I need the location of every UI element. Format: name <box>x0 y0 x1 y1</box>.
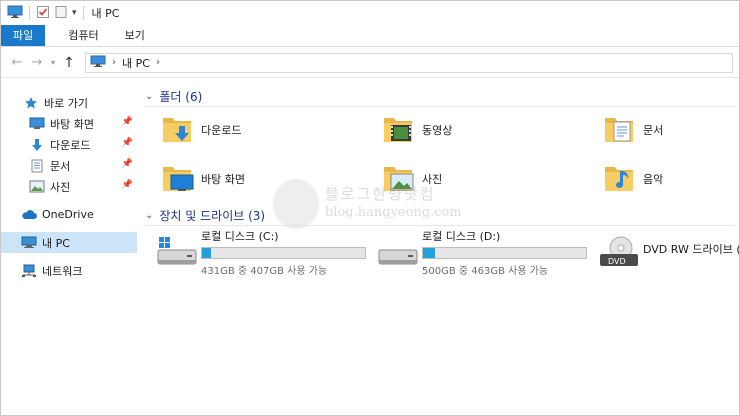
drive-name: 로컬 디스크 (D:) <box>422 230 501 243</box>
pin-icon[interactable]: 📌 <box>122 180 133 190</box>
nav-item-label: 사진 <box>50 180 71 194</box>
group-divider <box>145 106 735 107</box>
nav-item-desktop[interactable]: 바탕 화면 📌 <box>1 113 137 134</box>
star-icon <box>23 96 39 110</box>
folder-downloads[interactable]: 다운로드 <box>161 112 371 148</box>
ribbon-tabs: 파일 컴퓨터 보기 <box>1 25 739 47</box>
content-pane: ⌄ 폴더 (6) 다운로드 동영상 문서 바탕 화면 사진 음악 ⌄ 장치 및 … <box>141 79 739 415</box>
folder-documents[interactable]: 문서 <box>603 112 739 148</box>
dvd-drive-icon: DVD <box>599 236 641 272</box>
toolbar-divider <box>29 6 30 20</box>
documents-folder-icon <box>603 114 637 146</box>
drive-d[interactable]: 로컬 디스크 (D:) 500GB 중 463GB 사용 가능 <box>378 230 598 277</box>
folder-label: 문서 <box>643 124 664 137</box>
nav-onedrive[interactable]: OneDrive <box>1 204 137 225</box>
drives-group-header[interactable]: ⌄ 장치 및 드라이브 (3) <box>145 205 735 226</box>
back-arrow-icon[interactable]: ← <box>7 55 27 70</box>
tab-computer[interactable]: 컴퓨터 <box>55 25 111 46</box>
drive-usage-bar <box>422 247 587 259</box>
folder-label: 동영상 <box>422 124 453 137</box>
folder-videos[interactable]: 동영상 <box>382 112 592 148</box>
window-title: 내 PC <box>91 7 120 20</box>
up-arrow-icon[interactable]: ↑ <box>59 55 79 71</box>
downloads-folder-icon <box>161 114 195 146</box>
hard-drive-icon <box>378 236 420 272</box>
pin-icon[interactable]: 📌 <box>122 138 133 148</box>
breadcrumb-chevron-icon[interactable]: › <box>156 57 160 68</box>
breadcrumb-this-pc[interactable]: 내 PC <box>122 55 150 71</box>
desktop-folder-icon <box>161 163 195 195</box>
document-icon <box>29 159 45 173</box>
drive-c[interactable]: 로컬 디스크 (C:) 431GB 중 407GB 사용 가능 <box>157 230 377 277</box>
drive-free-space: 431GB 중 407GB 사용 가능 <box>201 266 328 277</box>
folder-label: 다운로드 <box>201 124 242 137</box>
drive-usage-bar <box>201 247 366 259</box>
nav-item-pictures[interactable]: 사진 📌 <box>1 176 137 197</box>
drive-info: DVD RW 드라이브 ( <box>643 230 739 256</box>
nav-quick-access-label: 바로 가기 <box>44 96 88 110</box>
computer-icon <box>21 236 37 250</box>
nav-network-label: 네트워크 <box>42 264 83 278</box>
drive-dvd[interactable]: DVD DVD RW 드라이브 ( <box>599 230 739 274</box>
nav-onedrive-label: OneDrive <box>42 208 94 221</box>
title-bar: ▾ 내 PC <box>1 1 739 25</box>
music-folder-icon <box>603 163 637 195</box>
properties-icon[interactable] <box>36 5 50 22</box>
nav-quick-access[interactable]: 바로 가기 <box>1 92 137 113</box>
folder-label: 사진 <box>422 173 443 186</box>
explorer-window: ▾ 내 PC 파일 컴퓨터 보기 ← → ▾ ↑ › 내 PC › 바로 가기 <box>0 0 740 416</box>
drive-usage-fill <box>423 248 436 258</box>
address-row: ← → ▾ ↑ › 내 PC › <box>1 48 739 78</box>
folders-group-title: 폴더 (6) <box>159 89 203 104</box>
svg-text:DVD: DVD <box>608 257 626 266</box>
nav-this-pc[interactable]: 내 PC <box>1 232 137 253</box>
folders-group-header[interactable]: ⌄ 폴더 (6) <box>145 86 735 107</box>
nav-item-label: 다운로드 <box>50 138 91 152</box>
folder-label: 음악 <box>643 173 664 186</box>
collapse-chevron-icon[interactable]: ⌄ <box>145 91 153 102</box>
computer-icon <box>7 5 23 22</box>
drive-usage-fill <box>202 248 212 258</box>
drive-name: 로컬 디스크 (C:) <box>201 230 279 243</box>
navigation-pane: 바로 가기 바탕 화면 📌 다운로드 📌 문서 📌 사진 📌 OneDrive … <box>1 79 137 415</box>
drive-info: 로컬 디스크 (D:) 500GB 중 463GB 사용 가능 <box>422 230 587 277</box>
tab-file[interactable]: 파일 <box>1 25 46 46</box>
customize-toolbar-caret-icon[interactable]: ▾ <box>72 8 77 18</box>
pictures-folder-icon <box>382 163 416 195</box>
folder-desktop[interactable]: 바탕 화면 <box>161 161 371 197</box>
nav-item-downloads[interactable]: 다운로드 📌 <box>1 134 137 155</box>
quick-access-toolbar: ▾ <box>1 5 86 22</box>
nav-item-documents[interactable]: 문서 📌 <box>1 155 137 176</box>
nav-item-label: 바탕 화면 <box>50 117 94 131</box>
drive-info: 로컬 디스크 (C:) 431GB 중 407GB 사용 가능 <box>201 230 366 277</box>
folder-label: 바탕 화면 <box>201 173 245 186</box>
drive-name: DVD RW 드라이브 ( <box>643 243 739 256</box>
computer-icon <box>90 55 106 71</box>
nav-item-label: 문서 <box>50 159 71 173</box>
nav-this-pc-label: 내 PC <box>42 236 70 250</box>
group-divider <box>145 225 735 226</box>
videos-folder-icon <box>382 114 416 146</box>
pin-icon[interactable]: 📌 <box>122 159 133 169</box>
desktop-icon <box>29 117 45 131</box>
folder-pictures[interactable]: 사진 <box>382 161 592 197</box>
address-bar[interactable]: › 내 PC › <box>85 52 733 73</box>
new-folder-icon[interactable] <box>54 5 68 22</box>
breadcrumb-chevron-icon[interactable]: › <box>112 57 116 68</box>
folder-music[interactable]: 음악 <box>603 161 739 197</box>
recent-locations-caret-icon[interactable]: ▾ <box>47 58 59 67</box>
drive-free-space: 500GB 중 463GB 사용 가능 <box>422 266 549 277</box>
pin-icon[interactable]: 📌 <box>122 117 133 127</box>
onedrive-cloud-icon <box>21 208 37 222</box>
collapse-chevron-icon[interactable]: ⌄ <box>145 210 153 221</box>
download-arrow-icon <box>29 138 45 152</box>
nav-network[interactable]: 네트워크 <box>1 260 137 281</box>
tab-view[interactable]: 보기 <box>112 25 158 46</box>
pictures-icon <box>29 180 45 194</box>
forward-arrow-icon[interactable]: → <box>27 55 47 70</box>
drives-group-title: 장치 및 드라이브 (3) <box>159 208 266 223</box>
windows-drive-icon <box>157 236 199 272</box>
toolbar-divider <box>82 6 84 20</box>
network-icon <box>21 264 37 278</box>
